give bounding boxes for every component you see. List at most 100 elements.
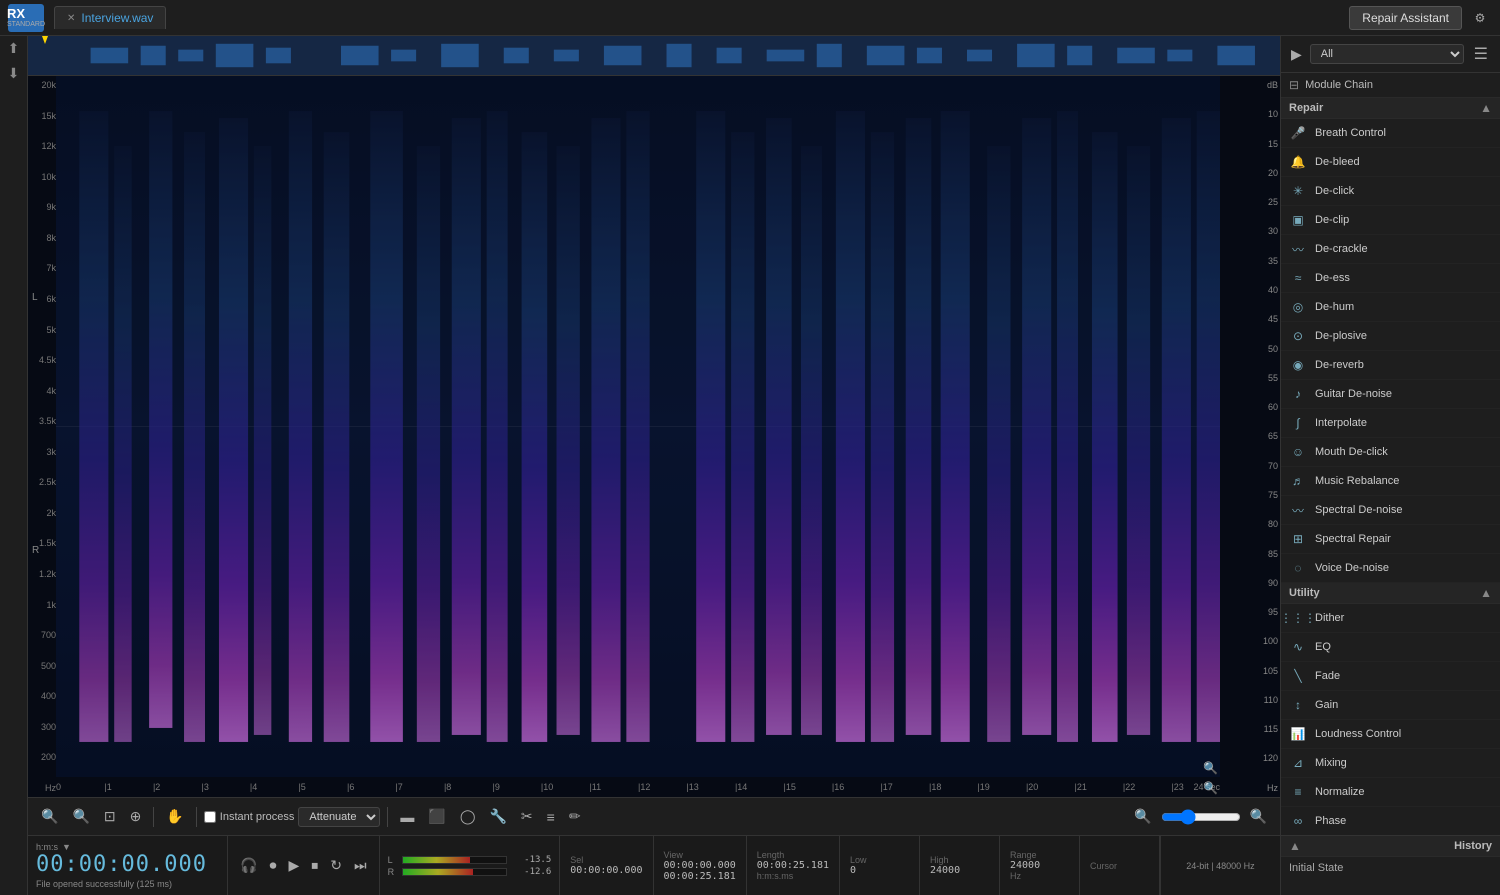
repair-assistant-button[interactable]: Repair Assistant <box>1349 6 1462 30</box>
meter-bar-l <box>402 856 508 864</box>
de-reverb-icon: ◉ <box>1289 356 1307 374</box>
module-item-de-bleed[interactable]: 🔔 De-bleed <box>1281 148 1500 177</box>
top-bar: RX STANDARD ✕ Interview.wav Repair Assis… <box>0 0 1500 36</box>
status-message: File opened successfully (125 ms) <box>36 877 219 889</box>
zoom-slider[interactable] <box>1161 809 1241 825</box>
record-btn[interactable]: ⏺ <box>265 855 280 876</box>
attenuate-dropdown[interactable]: Attenuate <box>298 807 380 827</box>
left-toolbar: ⬆ ⬇ <box>0 36 28 895</box>
module-item-de-ess[interactable]: ≈ De-ess <box>1281 264 1500 293</box>
module-item-loudness-control[interactable]: 📊 Loudness Control <box>1281 720 1500 749</box>
module-item-de-click[interactable]: ✳ De-click <box>1281 177 1500 206</box>
time-selection-btn[interactable]: ⬛ <box>423 805 450 828</box>
meter-bar-r <box>402 868 508 876</box>
instant-process-text: Instant process <box>220 811 295 823</box>
repair-collapse-btn[interactable]: ▲ <box>1480 101 1492 115</box>
panel-menu-btn[interactable]: ☰ <box>1470 42 1492 66</box>
zoom-in-btn[interactable]: 🔍 <box>67 805 94 828</box>
module-item-music-rebalance[interactable]: ♬ Music Rebalance <box>1281 467 1500 496</box>
module-label-eq: EQ <box>1315 641 1331 653</box>
module-item-de-clip[interactable]: ▣ De-clip <box>1281 206 1500 235</box>
module-item-interpolate[interactable]: ∫ Interpolate <box>1281 409 1500 438</box>
magic-wand-btn[interactable]: 🔧 <box>484 805 511 828</box>
loudness-control-icon: 📊 <box>1289 725 1307 743</box>
de-ess-icon: ≈ <box>1289 269 1307 287</box>
panel-play-btn[interactable]: ▶ <box>1289 44 1304 65</box>
zoom-fit-btn[interactable]: ⊡ <box>99 805 121 828</box>
meter-fill-l <box>403 857 470 863</box>
time-format-dropdown-icon[interactable]: ▼ <box>62 842 71 852</box>
spectrogram-area[interactable]: L R <box>28 76 1280 797</box>
module-item-spectral-repair[interactable]: ⊞ Spectral Repair <box>1281 525 1500 554</box>
module-list[interactable]: 🎤 Breath Control 🔔 De-bleed ✳ De-click ▣… <box>1281 119 1500 835</box>
stop-btn[interactable]: ⏹ <box>307 855 322 876</box>
module-item-de-hum[interactable]: ◎ De-hum <box>1281 293 1500 322</box>
zoom-selection-btn[interactable]: ⊕ <box>125 805 147 828</box>
tab-close-icon[interactable]: ✕ <box>67 13 75 24</box>
module-item-voice-de-noise[interactable]: ◌ Voice De-noise <box>1281 554 1500 583</box>
settings-icon[interactable]: ⚙ <box>1468 6 1492 30</box>
phase-icon: ∞ <box>1289 812 1307 830</box>
play-btn[interactable]: ▶ <box>284 855 303 876</box>
module-item-de-reverb[interactable]: ◉ De-reverb <box>1281 351 1500 380</box>
interpolate-icon: ∫ <box>1289 414 1307 432</box>
voice-de-noise-icon: ◌ <box>1289 559 1307 577</box>
module-label-voice-de-noise: Voice De-noise <box>1315 562 1389 574</box>
brush-btn[interactable]: ≡ <box>542 806 560 828</box>
zoom-out-btn[interactable]: 🔍 <box>36 805 63 828</box>
selection-tool-btn[interactable]: ▬ <box>395 806 419 828</box>
zoom-minus-btn[interactable]: 🔍 <box>1129 805 1156 828</box>
scroll-down-icon[interactable]: ⬇ <box>8 65 20 82</box>
module-label-mouth-de-click: Mouth De-click <box>1315 446 1388 458</box>
loop-btn[interactable]: ↻ <box>326 855 346 876</box>
frequency-labels: 20k 15k 12k 10k 9k 8k 7k 6k 5k 4.5k 4k 3… <box>30 76 56 797</box>
instant-process-checkbox[interactable] <box>204 811 216 823</box>
module-item-fade[interactable]: ╲ Fade <box>1281 662 1500 691</box>
module-label-dither: Dither <box>1315 612 1344 624</box>
sel-section: Sel 00:00:00.000 <box>560 836 653 895</box>
zoom-plus-btn[interactable]: 🔍 <box>1245 805 1272 828</box>
lasso-btn[interactable]: ✂ <box>516 805 538 828</box>
history-back-btn[interactable]: ▲ <box>1289 839 1301 853</box>
module-label-fade: Fade <box>1315 670 1340 682</box>
utility-collapse-btn[interactable]: ▲ <box>1480 586 1492 600</box>
module-item-breath-control[interactable]: 🎤 Breath Control <box>1281 119 1500 148</box>
module-item-mixing[interactable]: ⊿ Mixing <box>1281 749 1500 778</box>
module-label-de-reverb: De-reverb <box>1315 359 1364 371</box>
freq-selection-btn[interactable]: ◯ <box>455 805 481 828</box>
zoom-out-icon[interactable]: 🔍 <box>1203 781 1218 795</box>
module-item-normalize[interactable]: ≡ Normalize <box>1281 778 1500 807</box>
sel-start: 00:00:00.000 <box>570 865 642 876</box>
history-header: ▲ History <box>1281 836 1500 857</box>
scroll-up-icon[interactable]: ⬆ <box>8 40 20 57</box>
fade-icon: ╲ <box>1289 667 1307 685</box>
history-initial-state: Initial State <box>1281 857 1500 879</box>
headphones-btn[interactable]: 🎧 <box>236 855 261 876</box>
module-filter-dropdown[interactable]: All <box>1310 44 1464 64</box>
module-item-spectral-de-noise[interactable]: 〰 Spectral De-noise <box>1281 496 1500 525</box>
module-label-de-click: De-click <box>1315 185 1354 197</box>
de-crackle-icon: 〰 <box>1289 240 1307 258</box>
pencil-btn[interactable]: ✏ <box>564 805 586 828</box>
module-chain-row[interactable]: ⊟ Module Chain <box>1281 73 1500 98</box>
module-item-dither[interactable]: ⋮⋮⋮ Dither <box>1281 604 1500 633</box>
module-item-de-crackle[interactable]: 〰 De-crackle <box>1281 235 1500 264</box>
zoom-magnifier-icon[interactable]: 🔍 <box>1203 761 1218 775</box>
module-item-phase[interactable]: ∞ Phase <box>1281 807 1500 835</box>
meter-label-r: R <box>388 867 398 877</box>
right-panel: ▶ All ☰ ⊟ Module Chain Repair ▲ 🎤 Breath… <box>1280 36 1500 895</box>
module-item-gain[interactable]: ↕ Gain <box>1281 691 1500 720</box>
breath-control-icon: 🎤 <box>1289 124 1307 142</box>
skip-end-btn[interactable]: ⏭ <box>350 855 371 876</box>
file-tab[interactable]: ✕ Interview.wav <box>54 6 166 29</box>
module-item-mouth-de-click[interactable]: ☺ Mouth De-click <box>1281 438 1500 467</box>
meter-label-l: L <box>388 855 398 865</box>
waveform-overview[interactable] <box>28 36 1280 76</box>
module-item-eq[interactable]: ∿ EQ <box>1281 633 1500 662</box>
module-item-de-plosive[interactable]: ⊙ De-plosive <box>1281 322 1500 351</box>
file-info: 24-bit | 48000 Hz <box>1160 836 1280 895</box>
module-label-spectral-de-noise: Spectral De-noise <box>1315 504 1402 516</box>
module-item-guitar-de-noise[interactable]: ♪ Guitar De-noise <box>1281 380 1500 409</box>
hand-tool-btn[interactable]: ✋ <box>161 805 188 828</box>
module-label-music-rebalance: Music Rebalance <box>1315 475 1399 487</box>
